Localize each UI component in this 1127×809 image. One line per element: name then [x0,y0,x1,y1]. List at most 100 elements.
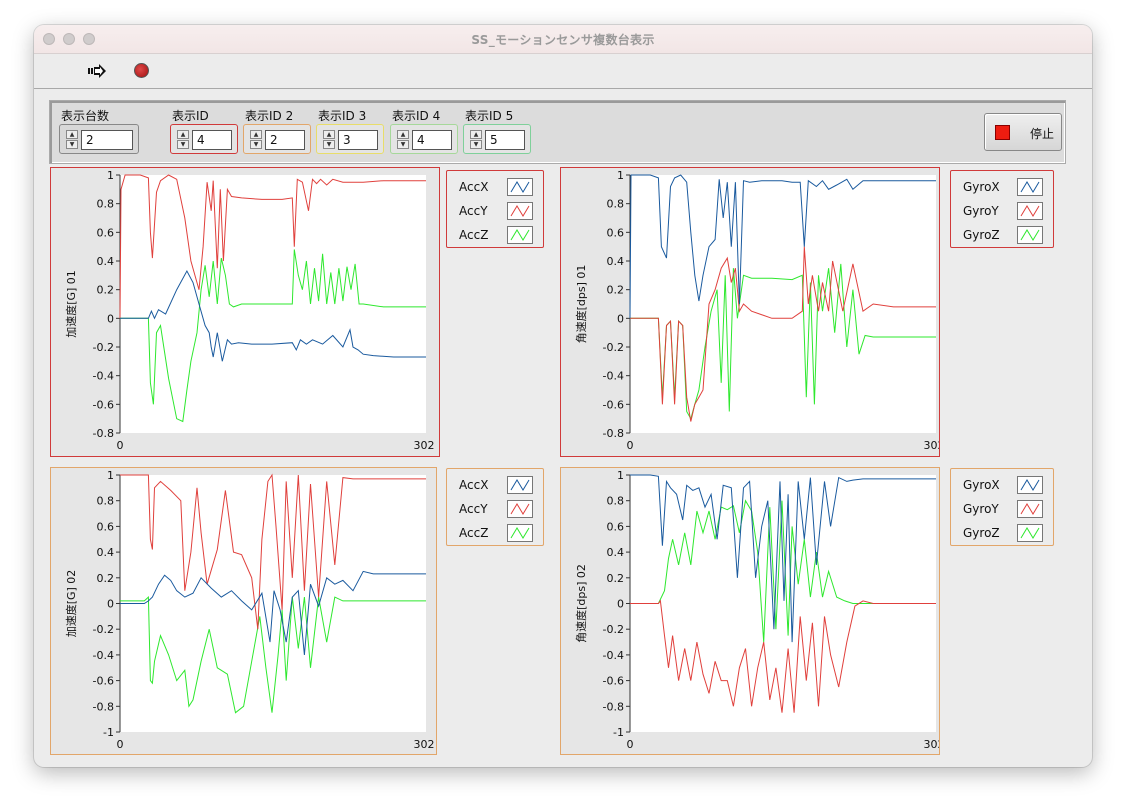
y-tick-label: -0.8 [93,700,114,713]
y-tick-label: -0.8 [93,427,114,440]
chart-svg: 10.80.60.40.20-0.2-0.4-0.6-0.80302角速度[dp… [574,169,945,452]
x-tick-label: 0 [627,738,634,751]
title-bar: SS_モーションセンサ複数台表示 [34,25,1092,54]
plot-area [630,175,936,433]
y-tick-label: 0.4 [97,255,115,268]
chart-legend-3: AccX AccY AccZ [446,468,544,546]
window-title: SS_モーションセンサ複数台表示 [471,33,655,47]
y-tick-label: 0.8 [97,198,115,211]
x-tick-label: 302 [414,439,435,452]
legend-label: AccX [459,478,489,492]
legend-swatch-icon [507,476,533,494]
y-tick-label: 0 [107,312,114,325]
display-id-spinner-1[interactable]: ▲ ▼ [177,130,189,150]
y-tick-label: 1 [617,469,624,482]
run-arrow-icon[interactable] [88,64,106,78]
legend-item[interactable]: AccX [447,475,543,497]
chart-3: 1 0.8 0.6 0.4 0.2 0 -0.2 -0.4 -0.6 -0.8 -1 0 302 加速度[… [50,467,437,755]
y-axis-label: 加速度[G] 02 [64,570,78,638]
count-label: 表示台数 [61,109,110,123]
display-id-input-5[interactable]: 5 [485,130,525,150]
legend-item[interactable]: AccZ [447,523,543,545]
y-tick-label: -0.4 [603,649,624,662]
control-panel: 表示台数 ▲ ▼ 2 表示ID ▲ ▼ 4 表示ID 2 ▲ ▼ 2 表示ID 3 ▲ ▼ 3 表示ID … [49,100,1066,164]
legend-item[interactable]: AccZ [447,225,543,247]
chart-svg: 10.80.60.40.20-0.2-0.4-0.6-0.80 302加速度[G]… [64,169,435,452]
y-tick-label: 0 [617,598,624,611]
y-tick-label: 0.2 [607,284,625,297]
app-window: SS_モーションセンサ複数台表示 表示台数 ▲ ▼ 2 表示ID ▲ ▼ 4 表示ID 2… [34,25,1092,767]
y-axis-label: 角速度[dps] 02 [574,564,588,643]
legend-label: AccX [459,180,489,194]
y-tick-label: -0.8 [603,700,624,713]
legend-label: GyroZ [963,526,1000,540]
chart-1: 1 0.8 0.6 0.4 0.2 0 -0.2 -0.4 -0.6 -0.8 0 302 加速度[G]… [50,167,440,457]
legend-swatch-icon [1017,500,1043,518]
legend-label: AccY [459,204,488,218]
legend-item[interactable]: GyroZ [951,523,1053,545]
legend-label: AccY [459,502,488,516]
legend-label: AccZ [459,228,489,242]
y-tick-label: 0.8 [607,495,625,508]
stop-button[interactable]: 停止 [984,113,1062,151]
y-tick-label: -0.2 [93,341,114,354]
count-spinner[interactable]: ▲ ▼ [66,130,78,150]
y-tick-label: 0.6 [97,226,115,239]
y-tick-label: -0.4 [603,370,624,383]
display-id-input-3[interactable]: 3 [338,130,378,150]
stop-led-icon [995,125,1010,140]
count-input[interactable]: 2 [81,130,133,150]
count-control: ▲ ▼ 2 [59,124,139,154]
display-id-input-2[interactable]: 2 [265,130,305,150]
legend-swatch-icon [507,226,533,244]
y-tick-label: 0 [107,598,114,611]
y-tick-label: 0.4 [607,546,625,559]
display-id-spinner-4[interactable]: ▲ ▼ [397,130,409,150]
legend-swatch-icon [1017,226,1043,244]
display-id-spinner-2[interactable]: ▲ ▼ [250,130,262,150]
display-id-input-4[interactable]: 4 [412,130,452,150]
legend-item[interactable]: AccY [447,201,543,223]
legend-item[interactable]: GyroY [951,201,1053,223]
y-tick-label: -0.6 [93,398,114,411]
abort-stop-icon[interactable] [134,63,149,78]
legend-item[interactable]: GyroX [951,475,1053,497]
y-tick-label: 0.4 [607,255,625,268]
y-tick-label: -1 [613,726,624,739]
y-tick-label: 0.8 [607,198,625,211]
y-tick-label: -0.2 [93,623,114,636]
legend-item[interactable]: GyroY [951,499,1053,521]
display-id-label-2: 表示ID 2 [245,109,294,123]
toolbar [34,54,1092,89]
legend-item[interactable]: GyroX [951,177,1053,199]
legend-label: AccZ [459,526,489,540]
y-tick-label: 0 [617,312,624,325]
display-id-label-1: 表示ID [172,109,209,123]
y-tick-label: -0.2 [603,623,624,636]
chart-legend-4: GyroX GyroY GyroZ [950,468,1054,546]
y-tick-label: -1 [103,726,114,739]
legend-swatch-icon [1017,524,1043,542]
display-id-spinner-3[interactable]: ▲ ▼ [323,130,335,150]
y-tick-label: -0.4 [93,649,114,662]
display-id-input-1[interactable]: 4 [192,130,232,150]
legend-label: GyroZ [963,228,1000,242]
legend-swatch-icon [507,500,533,518]
display-id-label-5: 表示ID 5 [465,109,514,123]
x-tick-label: 302 [924,738,940,751]
legend-item[interactable]: AccX [447,177,543,199]
legend-swatch-icon [1017,202,1043,220]
legend-item[interactable]: AccY [447,499,543,521]
y-tick-label: 0.4 [97,546,115,559]
display-id-label-4: 表示ID 4 [392,109,441,123]
x-tick-label: 0 [117,439,124,452]
legend-swatch-icon [507,178,533,196]
chart-legend-1: AccX AccY AccZ [446,170,544,248]
x-tick-label: 302 [924,439,940,452]
x-tick-label: 302 [414,738,435,751]
legend-item[interactable]: GyroZ [951,225,1053,247]
chart-legend-2: GyroX GyroY GyroZ [950,170,1054,248]
display-id-spinner-5[interactable]: ▲ ▼ [470,130,482,150]
display-id-control-2: ▲ ▼ 2 [243,124,311,154]
legend-swatch-icon [1017,178,1043,196]
